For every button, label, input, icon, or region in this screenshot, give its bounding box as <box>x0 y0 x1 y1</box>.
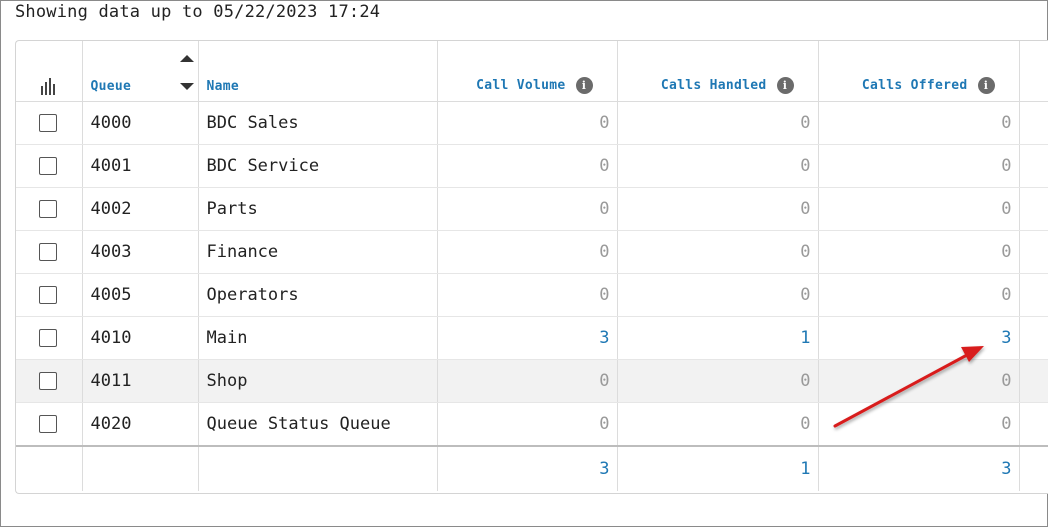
table-header-row: Queue Name Call Volume i Calls Handled i C… <box>16 41 1048 102</box>
totals-empty-cell <box>82 445 199 491</box>
calls-handled-cell: 0 <box>617 359 819 403</box>
queue-cell: 4010 <box>82 316 199 360</box>
column-header-queue[interactable]: Queue <box>82 41 199 102</box>
total-call-volume[interactable]: 3 <box>437 445 618 491</box>
row-checkbox[interactable] <box>39 157 57 175</box>
calls-handled-link[interactable]: 1 <box>617 316 819 360</box>
calls-offered-cell: 0 <box>818 402 1020 447</box>
calls-handled-cell: 0 <box>617 402 819 447</box>
call-volume-header-label[interactable]: Call Volume <box>476 78 565 93</box>
overflow-cell <box>1019 359 1048 403</box>
table-row[interactable]: 4020 Queue Status Queue 0 0 0 <box>16 402 1048 447</box>
info-icon[interactable]: i <box>977 77 995 94</box>
totals-empty-cell <box>198 445 438 491</box>
bar-chart-icon[interactable] <box>41 78 82 95</box>
name-cell: Shop <box>198 359 438 403</box>
call-volume-cell: 0 <box>437 273 618 317</box>
column-header-calls-handled[interactable]: Calls Handled i <box>617 41 819 102</box>
row-checkbox[interactable] <box>39 200 57 218</box>
name-cell: BDC Sales <box>198 101 438 145</box>
calls-offered-cell: 0 <box>818 144 1020 188</box>
table-row[interactable]: 4005 Operators 0 0 0 <box>16 273 1048 317</box>
total-calls-handled[interactable]: 1 <box>617 445 819 491</box>
row-checkbox[interactable] <box>39 286 57 304</box>
row-checkbox[interactable] <box>39 415 57 433</box>
calls-offered-link[interactable]: 3 <box>818 316 1020 360</box>
overflow-cell <box>1019 273 1048 317</box>
name-header-label[interactable]: Name <box>207 79 240 94</box>
row-checkbox[interactable] <box>39 243 57 261</box>
name-cell: BDC Service <box>198 144 438 188</box>
overflow-cell <box>1019 445 1048 491</box>
name-cell: Parts <box>198 187 438 231</box>
calls-handled-cell: 0 <box>617 230 819 274</box>
row-checkbox[interactable] <box>39 329 57 347</box>
table-row[interactable]: 4001 BDC Service 0 0 0 <box>16 144 1048 188</box>
queue-cell: 4000 <box>82 101 199 145</box>
overflow-cell <box>1019 187 1048 231</box>
info-icon[interactable]: i <box>575 77 593 94</box>
name-cell: Queue Status Queue <box>198 402 438 447</box>
row-checkbox[interactable] <box>39 114 57 132</box>
column-header-calls-offered[interactable]: Calls Offered i <box>818 41 1020 102</box>
overflow-cell <box>1019 316 1048 360</box>
calls-offered-cell: 0 <box>818 273 1020 317</box>
info-icon[interactable]: i <box>776 77 794 94</box>
call-volume-cell: 0 <box>437 359 618 403</box>
queue-cell: 4002 <box>82 187 199 231</box>
overflow-cell <box>1019 101 1048 145</box>
queue-cell: 4001 <box>82 144 199 188</box>
table-row[interactable]: 4011 Shop 0 0 0 <box>16 359 1048 403</box>
calls-offered-cell: 0 <box>818 187 1020 231</box>
total-calls-offered[interactable]: 3 <box>818 445 1020 491</box>
queue-cell: 4005 <box>82 273 199 317</box>
name-cell: Main <box>198 316 438 360</box>
calls-offered-cell: 0 <box>818 230 1020 274</box>
call-volume-cell: 0 <box>437 101 618 145</box>
call-volume-cell: 0 <box>437 230 618 274</box>
row-checkbox[interactable] <box>39 372 57 390</box>
queue-table: Queue Name Call Volume i Calls Handled i C… <box>15 40 1048 494</box>
queue-cell: 4020 <box>82 402 199 447</box>
column-chooser-header[interactable] <box>16 41 83 102</box>
table-row[interactable]: 4002 Parts 0 0 0 <box>16 187 1048 231</box>
queue-cell: 4003 <box>82 230 199 274</box>
calls-handled-cell: 0 <box>617 187 819 231</box>
table-row[interactable]: 4003 Finance 0 0 0 <box>16 230 1048 274</box>
name-cell: Finance <box>198 230 438 274</box>
calls-offered-cell: 0 <box>818 101 1020 145</box>
data-timestamp-label: Showing data up to 05/22/2023 17:24 <box>15 2 381 22</box>
totals-empty-cell <box>16 445 83 491</box>
calls-handled-header-label[interactable]: Calls Handled <box>661 78 767 93</box>
calls-handled-cell: 0 <box>617 144 819 188</box>
call-volume-cell: 0 <box>437 187 618 231</box>
table-row[interactable]: 4010 Main 3 1 3 <box>16 316 1048 360</box>
queue-header-label[interactable]: Queue <box>91 79 132 94</box>
table-row[interactable]: 4000 BDC Sales 0 0 0 <box>16 101 1048 145</box>
call-volume-cell: 0 <box>437 402 618 447</box>
name-cell: Operators <box>198 273 438 317</box>
totals-row: 3 1 3 <box>16 445 1048 491</box>
calls-offered-cell: 0 <box>818 359 1020 403</box>
sort-icon[interactable] <box>179 55 194 91</box>
overflow-cell <box>1019 402 1048 447</box>
calls-handled-cell: 0 <box>617 273 819 317</box>
call-volume-link[interactable]: 3 <box>437 316 618 360</box>
overflow-cell <box>1019 144 1048 188</box>
calls-handled-cell: 0 <box>617 101 819 145</box>
column-header-overflow <box>1019 41 1048 102</box>
queue-cell: 4011 <box>82 359 199 403</box>
overflow-cell <box>1019 230 1048 274</box>
call-volume-cell: 0 <box>437 144 618 188</box>
column-header-name[interactable]: Name <box>198 41 438 102</box>
column-header-call-volume[interactable]: Call Volume i <box>437 41 618 102</box>
calls-offered-header-label[interactable]: Calls Offered <box>862 78 968 93</box>
